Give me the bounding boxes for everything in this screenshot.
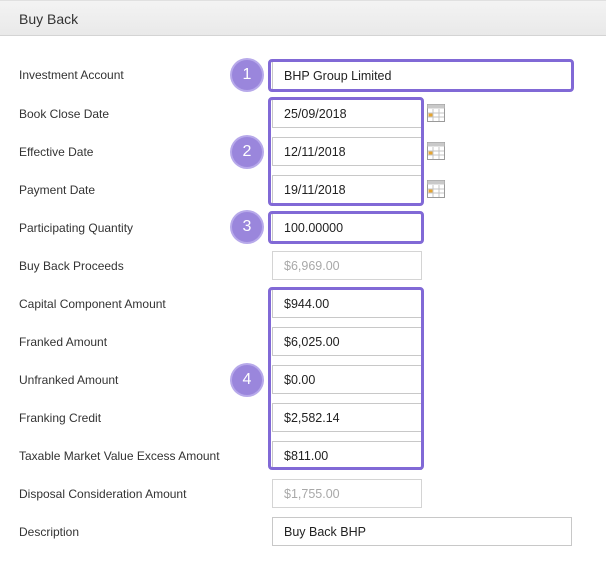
franking-credit-field[interactable]: $2,582.14 — [272, 403, 422, 432]
description-field[interactable]: Buy Back BHP — [272, 517, 572, 546]
participating-quantity-label: Participating Quantity — [19, 221, 134, 235]
book-close-date-field[interactable]: 25/09/2018 — [272, 99, 422, 128]
dialog-header: Buy Back — [0, 0, 606, 36]
step-badge-4: 4 — [232, 365, 262, 395]
effective-date-field[interactable]: 12/11/2018 — [272, 137, 422, 166]
step-badge-1: 1 — [232, 60, 262, 90]
unfranked-amount-field[interactable]: $0.00 — [272, 365, 422, 394]
buy-back-proceeds-field: $6,969.00 — [272, 251, 422, 280]
description-label: Description — [19, 525, 80, 539]
capital-component-amount-field[interactable]: $944.00 — [272, 289, 422, 318]
unfranked-amount-label: Unfranked Amount — [19, 373, 119, 387]
buy-back-proceeds-label: Buy Back Proceeds — [19, 259, 124, 273]
step-badge-2: 2 — [232, 137, 262, 167]
book-close-date-label: Book Close Date — [19, 107, 110, 121]
franked-amount-field[interactable]: $6,025.00 — [272, 327, 422, 356]
participating-quantity-field[interactable]: 100.00000 — [272, 213, 422, 242]
disposal-consideration-amount-label: Disposal Consideration Amount — [19, 487, 187, 501]
payment-date-field[interactable]: 19/11/2018 — [272, 175, 422, 204]
franking-credit-label: Franking Credit — [19, 411, 102, 425]
effective-date-label: Effective Date — [19, 145, 94, 159]
franked-amount-label: Franked Amount — [19, 335, 108, 349]
taxable-market-value-excess-amount-label: Taxable Market Value Excess Amount — [19, 449, 220, 463]
calendar-icon[interactable] — [427, 142, 445, 160]
taxable-market-value-excess-amount-field[interactable]: $811.00 — [272, 441, 422, 470]
capital-component-amount-label: Capital Component Amount — [19, 297, 166, 311]
step-badge-3: 3 — [232, 212, 262, 242]
calendar-icon[interactable] — [427, 180, 445, 198]
dialog-title: Buy Back — [19, 11, 79, 27]
investment-account-label: Investment Account — [19, 68, 124, 82]
calendar-icon[interactable] — [427, 104, 445, 122]
disposal-consideration-amount-field: $1,755.00 — [272, 479, 422, 508]
investment-account-field[interactable]: BHP Group Limited — [272, 61, 572, 90]
payment-date-label: Payment Date — [19, 183, 96, 197]
